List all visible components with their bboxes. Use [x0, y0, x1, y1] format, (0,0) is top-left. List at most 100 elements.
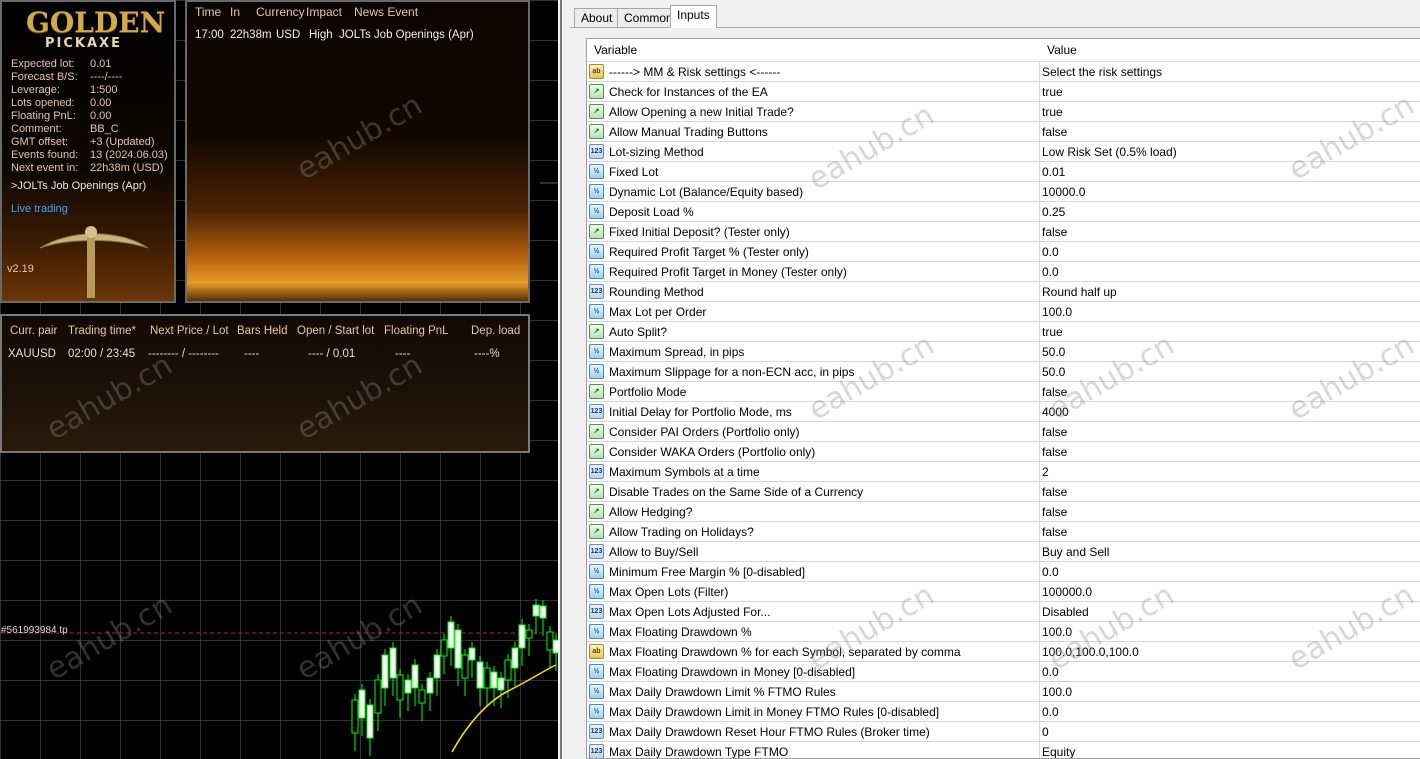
input-row[interactable]: 123 Rounding Method Round half up — [587, 282, 1420, 302]
input-value[interactable]: 50.0 — [1042, 345, 1065, 359]
candle-body — [454, 629, 462, 669]
input-value[interactable]: false — [1042, 525, 1067, 539]
candle-body — [539, 605, 547, 619]
input-variable-name: Maximum Symbols at a time — [609, 465, 760, 479]
input-row[interactable]: ½ Max Open Lots (Filter) 100000.0 — [587, 582, 1420, 602]
column-separator — [1039, 722, 1040, 741]
input-value[interactable]: 0.0 — [1042, 265, 1059, 279]
input-value[interactable]: 0 — [1042, 725, 1049, 739]
input-row[interactable]: 123 Allow to Buy/Sell Buy and Sell — [587, 542, 1420, 562]
input-variable-name: Required Profit Target in Money (Tester … — [609, 265, 847, 279]
input-row[interactable]: ↗ Allow Opening a new Initial Trade? true — [587, 102, 1420, 122]
input-row[interactable]: ½ Dynamic Lot (Balance/Equity based) 10000… — [587, 182, 1420, 202]
column-separator — [1039, 222, 1040, 241]
input-value[interactable]: 4000 — [1042, 405, 1069, 419]
input-value[interactable]: Low Risk Set (0.5% load) — [1042, 145, 1177, 159]
input-value[interactable]: false — [1042, 505, 1067, 519]
price-chart[interactable]: #561993984 tp GOLDEN PICKAXE Expected lo… — [0, 0, 558, 759]
integer-type-icon: 123 — [589, 544, 604, 559]
input-row[interactable]: 123 Max Daily Drawdown Reset Hour FTMO Ru… — [587, 722, 1420, 742]
input-value[interactable]: true — [1042, 105, 1063, 119]
stat-label: Leverage: — [11, 84, 60, 96]
input-row[interactable]: ½ Max Floating Drawdown in Money [0-disab… — [587, 662, 1420, 682]
candle-body — [476, 661, 484, 689]
candle-body — [447, 621, 455, 649]
input-row[interactable]: ½ Required Profit Target in Money (Tester… — [587, 262, 1420, 282]
column-header-variable[interactable]: Variable — [594, 43, 637, 57]
input-row[interactable]: ↗ Consider PAI Orders (Portfolio only) fal… — [587, 422, 1420, 442]
candle-body — [532, 604, 540, 617]
input-value[interactable]: false — [1042, 425, 1067, 439]
input-row[interactable]: ½ Max Floating Drawdown % 100.0 — [587, 622, 1420, 642]
input-row[interactable]: ½ Minimum Free Margin % [0-disabled] 0.0 — [587, 562, 1420, 582]
input-row[interactable]: 123 Max Daily Drawdown Type FTMO Equity — [587, 742, 1420, 758]
input-row[interactable]: ↗ Allow Hedging? false — [587, 502, 1420, 522]
input-variable-name: Lot-sizing Method — [609, 145, 704, 159]
inputs-grid[interactable]: Variable Value ab ------> MM & Risk setti… — [586, 38, 1420, 759]
input-value[interactable]: Buy and Sell — [1042, 545, 1109, 559]
double-type-icon: ½ — [589, 364, 604, 379]
input-value[interactable]: Select the risk settings — [1042, 65, 1162, 79]
input-row[interactable]: ↗ Allow Trading on Holidays? false — [587, 522, 1420, 542]
input-value[interactable]: 10000.0 — [1042, 185, 1085, 199]
input-value[interactable]: false — [1042, 125, 1067, 139]
input-value[interactable]: Equity — [1042, 745, 1075, 758]
trade-cell: ---- — [244, 348, 260, 360]
input-row[interactable]: ↗ Allow Manual Trading Buttons false — [587, 122, 1420, 142]
input-value[interactable]: false — [1042, 445, 1067, 459]
input-row[interactable]: ½ Max Daily Drawdown Limit in Money FTMO … — [587, 702, 1420, 722]
input-value[interactable]: 100.0 — [1042, 625, 1072, 639]
bool-type-icon: ↗ — [589, 84, 604, 99]
input-value[interactable]: 100.0 — [1042, 305, 1072, 319]
input-row[interactable]: ½ Maximum Slippage for a non-ECN acc, in … — [587, 362, 1420, 382]
input-variable-name: Max Open Lots (Filter) — [609, 585, 729, 599]
input-row[interactable]: 123 Max Open Lots Adjusted For... Disabled — [587, 602, 1420, 622]
input-row[interactable]: ½ Fixed Lot 0.01 — [587, 162, 1420, 182]
input-row[interactable]: ↗ Fixed Initial Deposit? (Tester only) fal… — [587, 222, 1420, 242]
input-value[interactable]: 100.0,100.0,100.0 — [1042, 645, 1139, 659]
tab-inputs[interactable]: Inputs — [670, 5, 717, 28]
input-row[interactable]: ↗ Disable Trades on the Same Side of a Cu… — [587, 482, 1420, 502]
input-row[interactable]: 123 Lot-sizing Method Low Risk Set (0.5% l… — [587, 142, 1420, 162]
input-value[interactable]: true — [1042, 85, 1063, 99]
input-row[interactable]: ½ Max Daily Drawdown Limit % FTMO Rules 10… — [587, 682, 1420, 702]
input-variable-name: Max Daily Drawdown Reset Hour FTMO Rules… — [609, 725, 930, 739]
input-row[interactable]: ½ Deposit Load % 0.25 — [587, 202, 1420, 222]
input-value[interactable]: false — [1042, 385, 1067, 399]
column-separator — [1039, 382, 1040, 401]
input-value[interactable]: 0.25 — [1042, 205, 1065, 219]
candle-body — [483, 667, 491, 689]
input-value[interactable]: 0.0 — [1042, 245, 1059, 259]
input-value[interactable]: true — [1042, 325, 1063, 339]
input-row[interactable]: ½ Required Profit Target % (Tester only) 0… — [587, 242, 1420, 262]
input-row[interactable]: ↗ Auto Split? true — [587, 322, 1420, 342]
input-value[interactable]: false — [1042, 225, 1067, 239]
double-type-icon: ½ — [589, 184, 604, 199]
input-value[interactable]: 0.01 — [1042, 165, 1065, 179]
integer-type-icon: 123 — [589, 604, 604, 619]
integer-type-icon: 123 — [589, 724, 604, 739]
input-row[interactable]: ↗ Portfolio Mode false — [587, 382, 1420, 402]
input-value[interactable]: Disabled — [1042, 605, 1089, 619]
input-row[interactable]: ½ Maximum Spread, in pips 50.0 — [587, 342, 1420, 362]
tab-about[interactable]: About — [574, 8, 620, 27]
input-row[interactable]: ab ------> MM & Risk settings <------ Sele… — [587, 62, 1420, 82]
input-variable-name: Deposit Load % — [609, 205, 694, 219]
input-row[interactable]: ↗ Consider WAKA Orders (Portfolio only) fa… — [587, 442, 1420, 462]
input-row[interactable]: 123 Maximum Symbols at a time 2 — [587, 462, 1420, 482]
input-value[interactable]: 0.0 — [1042, 565, 1059, 579]
input-row[interactable]: ab Max Floating Drawdown % for each Symbo… — [587, 642, 1420, 662]
input-value[interactable]: 2 — [1042, 465, 1049, 479]
input-row[interactable]: ½ Max Lot per Order 100.0 — [587, 302, 1420, 322]
input-value[interactable]: Round half up — [1042, 285, 1117, 299]
integer-type-icon: 123 — [589, 744, 604, 758]
input-value[interactable]: 100.0 — [1042, 685, 1072, 699]
input-row[interactable]: ↗ Check for Instances of the EA true — [587, 82, 1420, 102]
input-value[interactable]: 0.0 — [1042, 665, 1059, 679]
input-value[interactable]: 100000.0 — [1042, 585, 1092, 599]
input-row[interactable]: 123 Initial Delay for Portfolio Mode, ms 4… — [587, 402, 1420, 422]
column-header-value[interactable]: Value — [1047, 43, 1077, 57]
input-value[interactable]: 0.0 — [1042, 705, 1059, 719]
input-value[interactable]: 50.0 — [1042, 365, 1065, 379]
input-value[interactable]: false — [1042, 485, 1067, 499]
